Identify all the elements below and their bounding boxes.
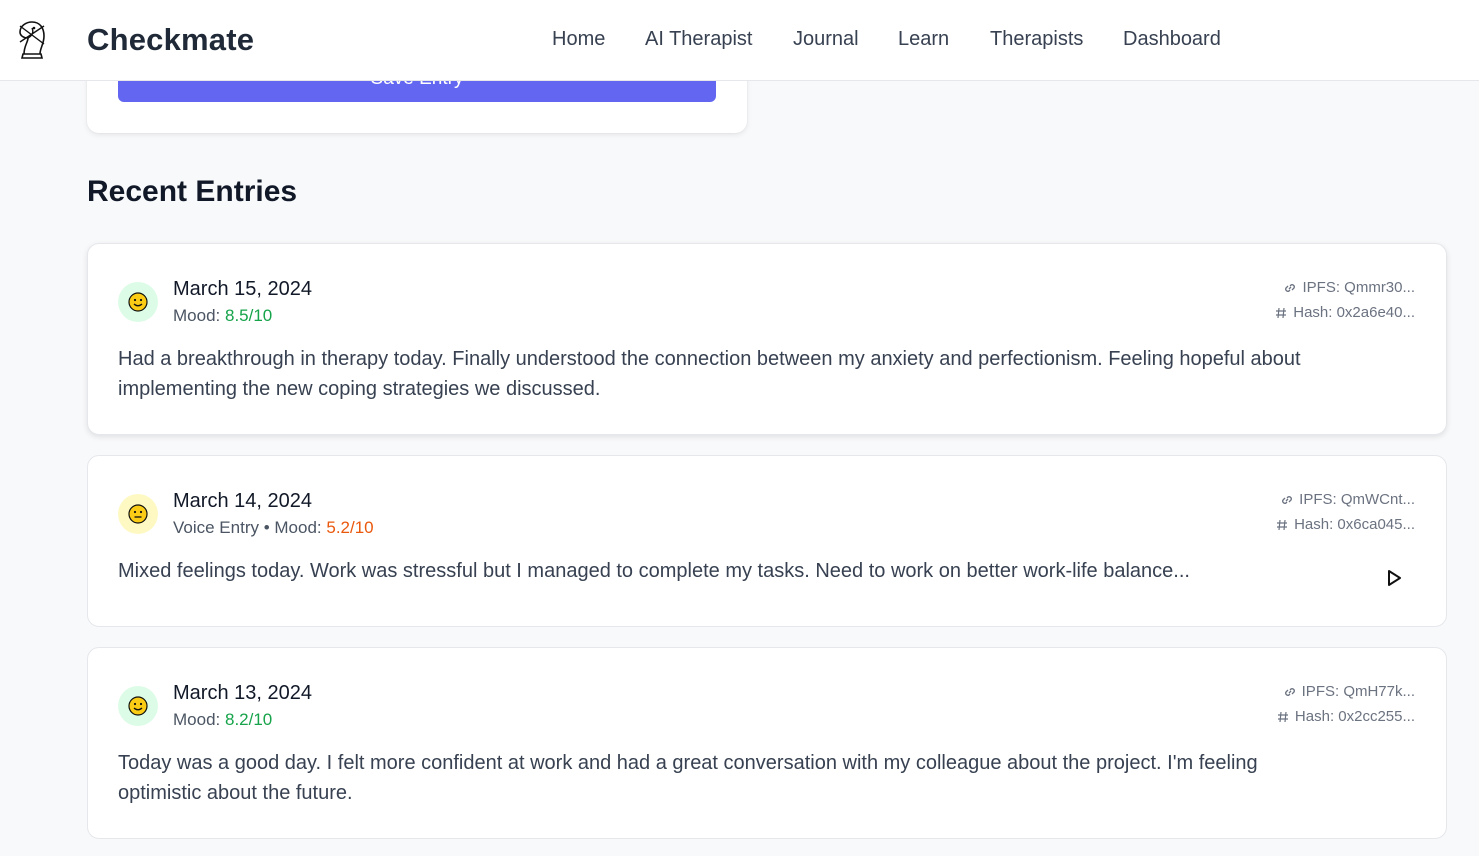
entry-storage-info: IPFS: QmH77k... Hash: 0x2cc255... [1276,679,1415,729]
entry-text: Had a breakthrough in therapy today. Fin… [118,348,1301,400]
ipfs-cid[interactable]: IPFS: Qmmr30... [1302,279,1415,296]
brand-name[interactable]: Checkmate [87,22,254,58]
journal-entry-card[interactable]: March 15, 2024 Mood: 8.5/10 Had a breakt… [87,243,1447,435]
happy-face-icon [128,696,148,716]
entry-date: March 14, 2024 [173,490,312,512]
entry-storage-info: IPFS: Qmmr30... Hash: 0x2a6e40... [1274,275,1415,325]
entry-date: March 15, 2024 [173,278,312,300]
mood-indicator [118,282,158,322]
entry-meta: Voice Entry • Mood: 5.2/10 [173,518,374,538]
hash-icon [1276,307,1287,318]
mood-label: Mood: [173,306,225,325]
mood-score: 8.5/10 [224,306,273,325]
top-navbar: Checkmate Home AI Therapist Journal Lear… [0,0,1479,81]
link-icon [1285,283,1296,292]
chess-knight-logo-icon[interactable] [14,18,50,62]
neutral-face-icon [128,504,148,524]
entry-meta: Mood: 8.2/10 [173,710,272,730]
nav-link-therapists[interactable]: Therapists [990,28,1083,51]
entry-hash[interactable]: Hash: 0x2a6e40... [1293,304,1415,321]
hash-icon [1277,519,1288,530]
mood-indicator [118,494,158,534]
nav-link-learn[interactable]: Learn [898,28,949,51]
play-audio-icon[interactable] [1382,566,1406,590]
entry-text: Mixed feelings today. Work was stressful… [118,560,1190,582]
mood-indicator [118,686,158,726]
entry-meta: Mood: 8.5/10 [173,306,272,326]
mood-score: 5.2/10 [326,518,374,537]
journal-entry-card[interactable]: March 14, 2024 Voice Entry • Mood: 5.2/1… [87,455,1447,627]
hash-icon [1277,711,1288,722]
entry-hash[interactable]: Hash: 0x6ca045... [1294,516,1415,533]
nav-link-ai-therapist[interactable]: AI Therapist [645,28,752,51]
mood-label: Mood: [173,710,225,729]
link-icon [1282,495,1293,504]
journal-entry-card[interactable]: March 13, 2024 Mood: 8.2/10 Today was a … [87,647,1447,839]
mood-score: 8.2/10 [224,710,273,729]
happy-face-icon [128,292,148,312]
ipfs-cid[interactable]: IPFS: QmH77k... [1302,683,1415,700]
nav-link-dashboard[interactable]: Dashboard [1123,28,1221,51]
recent-entries-heading: Recent Entries [87,175,298,208]
nav-link-home[interactable]: Home [552,28,605,51]
voice-entry-label: Voice Entry • Mood: [173,518,327,537]
entry-date: March 13, 2024 [173,682,312,704]
ipfs-cid[interactable]: IPFS: QmWCnt... [1299,491,1415,508]
entry-hash[interactable]: Hash: 0x2cc255... [1295,708,1415,725]
link-icon [1284,687,1295,696]
entry-storage-info: IPFS: QmWCnt... Hash: 0x6ca045... [1275,487,1415,537]
nav-link-journal[interactable]: Journal [793,28,859,51]
entry-text: Today was a good day. I felt more confid… [118,752,1258,804]
